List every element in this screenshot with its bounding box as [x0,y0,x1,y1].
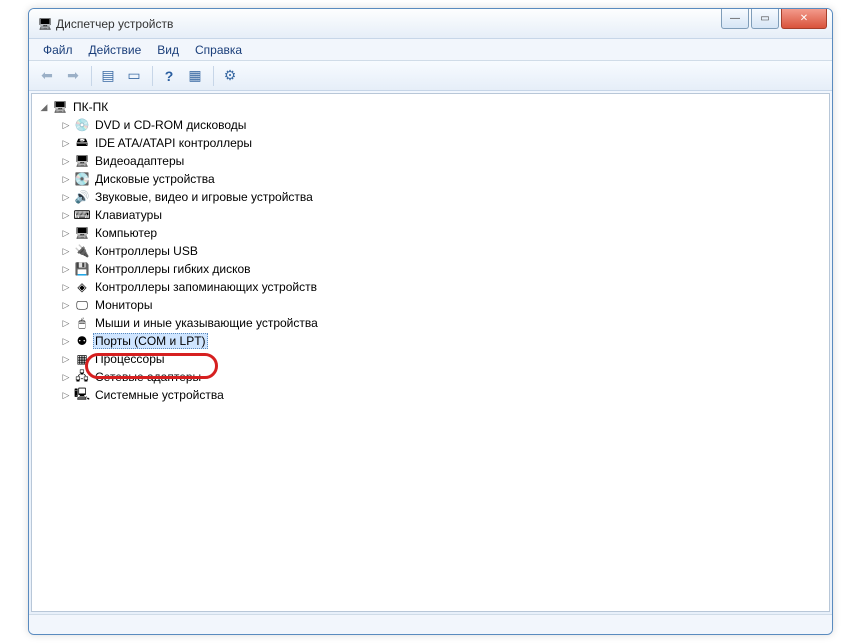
device-category-icon: 🖳 [74,387,90,403]
maximize-button[interactable]: ▭ [751,9,779,29]
tree-item-label[interactable]: Компьютер [93,226,159,240]
device-category-icon: ⚉ [74,333,90,349]
expand-icon[interactable]: ▷ [60,227,72,239]
tree-item[interactable]: ▷💿DVD и CD-ROM дисководы [60,116,827,134]
menu-view[interactable]: Вид [149,41,187,59]
tree-item[interactable]: ▷🖧Сетевые адаптеры [60,368,827,386]
device-category-icon: 💾 [74,261,90,277]
expand-icon[interactable]: ▷ [60,119,72,131]
expand-icon[interactable]: ▷ [60,263,72,275]
forward-button[interactable]: ➡ [61,64,85,88]
device-category-icon: 🖱 [74,315,90,331]
tree-item[interactable]: ▷◈Контроллеры запоминающих устройств [60,278,827,296]
tree-item-label[interactable]: Порты (COM и LPT) [93,333,208,349]
menu-action[interactable]: Действие [81,41,150,59]
expand-icon[interactable]: ▷ [60,317,72,329]
device-category-icon: ◈ [74,279,90,295]
tree-item-label[interactable]: Мыши и иные указывающие устройства [93,316,320,330]
tree-item-label[interactable]: Процессоры [93,352,167,366]
device-category-icon: 🖥 [74,153,90,169]
tree-item[interactable]: ▷🖳Системные устройства [60,386,827,404]
window-controls: — ▭ ✕ [721,9,832,29]
expand-icon[interactable]: ▷ [60,299,72,311]
device-category-icon: 💽 [74,171,90,187]
properties-button[interactable]: ▭ [122,64,146,88]
menubar: Файл Действие Вид Справка [29,39,832,61]
window-title: Диспетчер устройств [56,17,173,31]
computer-icon: 🖥 [52,99,68,115]
tree-item-label[interactable]: Звуковые, видео и игровые устройства [93,190,315,204]
tree-children: ▷💿DVD и CD-ROM дисководы▷🖴IDE ATA/ATAPI … [38,116,827,404]
expand-icon[interactable]: ▷ [60,371,72,383]
tree-item[interactable]: ▷⚉Порты (COM и LPT) [60,332,827,350]
expand-icon[interactable]: ▷ [60,191,72,203]
tree-item-label[interactable]: Сетевые адаптеры [93,370,203,384]
menu-help[interactable]: Справка [187,41,250,59]
tree-item[interactable]: ▷🖥Видеоадаптеры [60,152,827,170]
expand-icon[interactable]: ▷ [60,389,72,401]
device-category-icon: ▦ [74,351,90,367]
tree-item[interactable]: ▷🔊Звуковые, видео и игровые устройства [60,188,827,206]
device-category-icon: 🔊 [74,189,90,205]
tree-item[interactable]: ▷🖥Компьютер [60,224,827,242]
device-category-icon: 💿 [74,117,90,133]
tree-item-label[interactable]: Контроллеры запоминающих устройств [93,280,319,294]
help-button[interactable]: ? [157,64,181,88]
tree-root-label[interactable]: ПК-ПК [71,100,110,114]
device-category-icon: ⌨ [74,207,90,223]
tree-item-label[interactable]: Контроллеры гибких дисков [93,262,253,276]
back-button[interactable]: ⬅ [35,64,59,88]
toolbar-separator [152,66,153,86]
collapse-icon[interactable]: ◢ [38,101,50,113]
expand-icon[interactable]: ▷ [60,155,72,167]
device-tree-pane[interactable]: ◢ 🖥 ПК-ПК ▷💿DVD и CD-ROM дисководы▷🖴IDE … [31,93,830,612]
tree-item-label[interactable]: Клавиатуры [93,208,164,222]
toolbar-separator [213,66,214,86]
app-icon: 🖥 [37,16,53,32]
menu-file[interactable]: Файл [35,41,81,59]
device-category-icon: 🖴 [74,135,90,151]
device-category-icon: 🖥 [74,225,90,241]
expand-icon[interactable]: ▷ [60,353,72,365]
close-button[interactable]: ✕ [781,9,827,29]
tree-item[interactable]: ▷🔌Контроллеры USB [60,242,827,260]
tree-item[interactable]: ▷⌨Клавиатуры [60,206,827,224]
tree-item[interactable]: ▷💽Дисковые устройства [60,170,827,188]
tree-item-label[interactable]: Видеоадаптеры [93,154,186,168]
device-category-icon: 🖵 [74,297,90,313]
tree-item[interactable]: ▷🖱Мыши и иные указывающие устройства [60,314,827,332]
device-manager-window: 🖥 Диспетчер устройств — ▭ ✕ Файл Действи… [28,8,833,635]
expand-icon[interactable]: ▷ [60,245,72,257]
statusbar [29,614,832,634]
tree-item[interactable]: ▷▦Процессоры [60,350,827,368]
tree-item-label[interactable]: Мониторы [93,298,154,312]
device-category-icon: 🖧 [74,369,90,385]
expand-icon[interactable]: ▷ [60,335,72,347]
expand-icon[interactable]: ▷ [60,209,72,221]
tree-item[interactable]: ▷💾Контроллеры гибких дисков [60,260,827,278]
show-hide-tree-button[interactable]: ▤ [96,64,120,88]
titlebar[interactable]: 🖥 Диспетчер устройств — ▭ ✕ [29,9,832,39]
toolbar: ⬅ ➡ ▤ ▭ ? ▦ ⚙ [29,61,832,91]
expand-icon[interactable]: ▷ [60,281,72,293]
tree-item-label[interactable]: IDE ATA/ATAPI контроллеры [93,136,254,150]
toolbar-separator [91,66,92,86]
tree-item[interactable]: ▷🖵Мониторы [60,296,827,314]
expand-icon[interactable]: ▷ [60,137,72,149]
scan-hardware-button[interactable]: ▦ [183,64,207,88]
tree-item-label[interactable]: Дисковые устройства [93,172,217,186]
expand-icon[interactable]: ▷ [60,173,72,185]
tree-item-label[interactable]: DVD и CD-ROM дисководы [93,118,248,132]
device-category-icon: 🔌 [74,243,90,259]
minimize-button[interactable]: — [721,9,749,29]
tree-item[interactable]: ▷🖴IDE ATA/ATAPI контроллеры [60,134,827,152]
tree-item-label[interactable]: Контроллеры USB [93,244,200,258]
show-hidden-button[interactable]: ⚙ [218,64,242,88]
tree-root-node[interactable]: ◢ 🖥 ПК-ПК [38,98,827,116]
tree-item-label[interactable]: Системные устройства [93,388,226,402]
